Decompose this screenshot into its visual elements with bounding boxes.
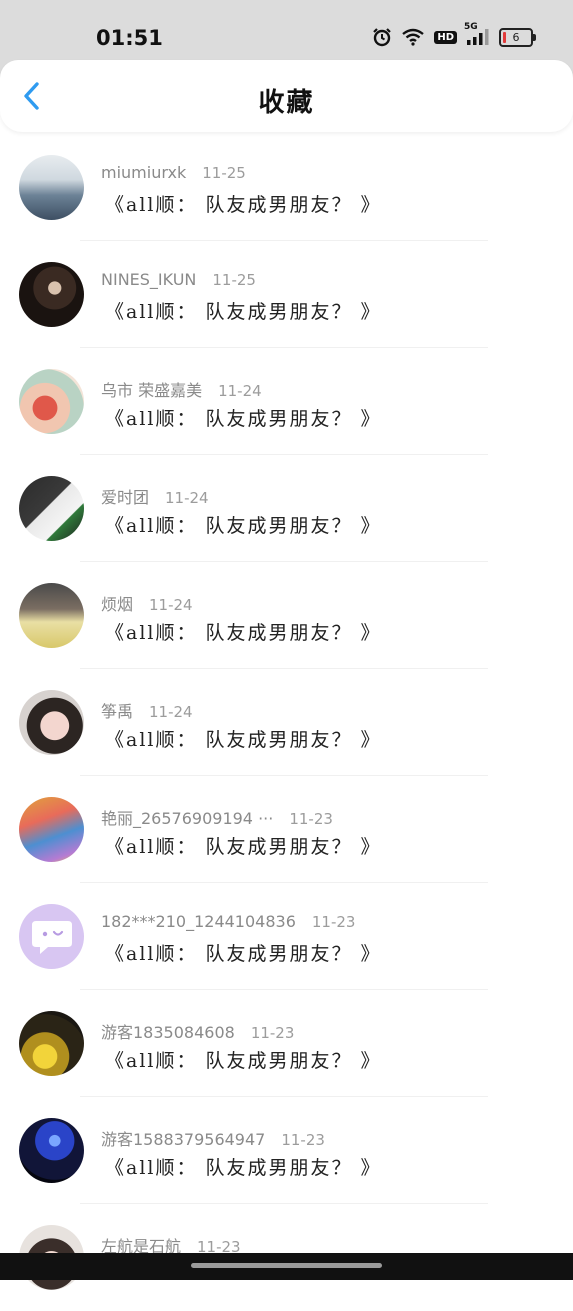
avatar[interactable] [19, 155, 84, 220]
page-header: 收藏 [0, 60, 573, 132]
favorite-title[interactable]: 《all顺： 队友成男朋友？ 》 [105, 618, 382, 645]
favorite-title[interactable]: 《all顺： 队友成男朋友？ 》 [105, 404, 382, 431]
username: NINES_IKUN 11-25 [101, 270, 256, 289]
username: miumiurxk 11-25 [101, 163, 246, 182]
hd-badge: HD [434, 30, 457, 44]
username-text: 乌市 荣盛嘉美 [101, 381, 203, 400]
list-item[interactable]: 爱时团 11-24 《all顺： 队友成男朋友？ 》 [0, 455, 573, 562]
username-text: 爱时团 [101, 488, 150, 507]
chat-bubble-icon [31, 920, 72, 954]
username-text: 艳丽_26576909194 ··· [101, 809, 274, 828]
avatar[interactable] [19, 476, 84, 541]
avatar[interactable] [19, 262, 84, 327]
list-item[interactable]: miumiurxk 11-25 《all顺： 队友成男朋友？ 》 [0, 134, 573, 241]
favorite-title[interactable]: 《all顺： 队友成男朋友？ 》 [105, 725, 382, 752]
avatar[interactable] [19, 797, 84, 862]
favorite-title[interactable]: 《all顺： 队友成男朋友？ 》 [105, 511, 382, 538]
favorite-title[interactable]: 《all顺： 队友成男朋友？ 》 [105, 1153, 382, 1180]
alarm-icon [372, 27, 392, 47]
username: 爱时团 11-24 [101, 484, 209, 508]
battery-icon: 6 [499, 27, 536, 47]
avatar[interactable] [19, 1011, 84, 1076]
page-title: 收藏 [258, 88, 315, 118]
post-date: 11-25 [202, 164, 246, 182]
post-date: 11-23 [289, 810, 333, 828]
list-item[interactable]: 乌市 荣盛嘉美 11-24 《all顺： 队友成男朋友？ 》 [0, 348, 573, 455]
post-date: 11-24 [218, 382, 262, 400]
list-item[interactable]: 182***210_1244104836 11-23 《all顺： 队友成男朋友？… [0, 883, 573, 990]
avatar[interactable] [19, 1118, 84, 1183]
username-text: NINES_IKUN [101, 270, 197, 289]
username: 182***210_1244104836 11-23 [101, 912, 355, 931]
post-date: 11-24 [149, 703, 193, 721]
avatar[interactable] [19, 369, 84, 434]
username-text: 182***210_1244104836 [101, 912, 296, 931]
username: 筝禹 11-24 [101, 698, 193, 722]
status-icons: HD 5G 6 [372, 22, 536, 47]
favorites-list: miumiurxk 11-25 《all顺： 队友成男朋友？ 》 NINES_IK… [0, 134, 573, 1311]
signal-icon: 5G [464, 22, 490, 46]
favorite-title[interactable]: 《all顺： 队友成男朋友？ 》 [105, 832, 382, 859]
list-item[interactable]: NINES_IKUN 11-25 《all顺： 队友成男朋友？ 》 [0, 241, 573, 348]
home-indicator[interactable] [191, 1263, 382, 1268]
post-date: 11-23 [281, 1131, 325, 1149]
username-text: 游客1588379564947 [101, 1130, 266, 1149]
post-date: 11-24 [165, 489, 209, 507]
list-item[interactable]: 游客1588379564947 11-23 《all顺： 队友成男朋友？ 》 [0, 1097, 573, 1204]
avatar[interactable] [19, 904, 84, 969]
post-date: 11-25 [212, 271, 256, 289]
favorite-title[interactable]: 《all顺： 队友成男朋友？ 》 [105, 190, 382, 217]
list-item[interactable]: 筝禹 11-24 《all顺： 队友成男朋友？ 》 [0, 669, 573, 776]
status-time: 01:51 [96, 26, 163, 50]
username: 乌市 荣盛嘉美 11-24 [101, 377, 262, 401]
favorite-title[interactable]: 《all顺： 队友成男朋友？ 》 [105, 297, 382, 324]
post-date: 11-23 [250, 1024, 295, 1042]
username: 烦烟 11-24 [101, 591, 193, 615]
battery-level: 6 [512, 30, 520, 44]
avatar[interactable] [19, 583, 84, 648]
username-text: 游客1835084608 [101, 1023, 235, 1042]
username-text: miumiurxk [101, 163, 187, 182]
username: 艳丽_26576909194 ··· 11-23 [101, 805, 333, 829]
username: 游客1835084608 11-23 [101, 1019, 294, 1043]
username-text: 烦烟 [101, 595, 134, 614]
post-date: 11-24 [149, 596, 193, 614]
avatar[interactable] [19, 690, 84, 755]
post-date: 11-23 [311, 913, 356, 931]
username-text: 筝禹 [101, 702, 134, 721]
username: 游客1588379564947 11-23 [101, 1126, 325, 1150]
list-item[interactable]: 烦烟 11-24 《all顺： 队友成男朋友？ 》 [0, 562, 573, 669]
network-label: 5G [464, 22, 478, 32]
favorite-title[interactable]: 《all顺： 队友成男朋友？ 》 [105, 939, 382, 966]
favorite-title[interactable]: 《all顺： 队友成男朋友？ 》 [105, 1046, 382, 1073]
wifi-icon [401, 28, 425, 46]
list-item[interactable]: 艳丽_26576909194 ··· 11-23 《all顺： 队友成男朋友？ 》 [0, 776, 573, 883]
list-item[interactable]: 游客1835084608 11-23 《all顺： 队友成男朋友？ 》 [0, 990, 573, 1097]
